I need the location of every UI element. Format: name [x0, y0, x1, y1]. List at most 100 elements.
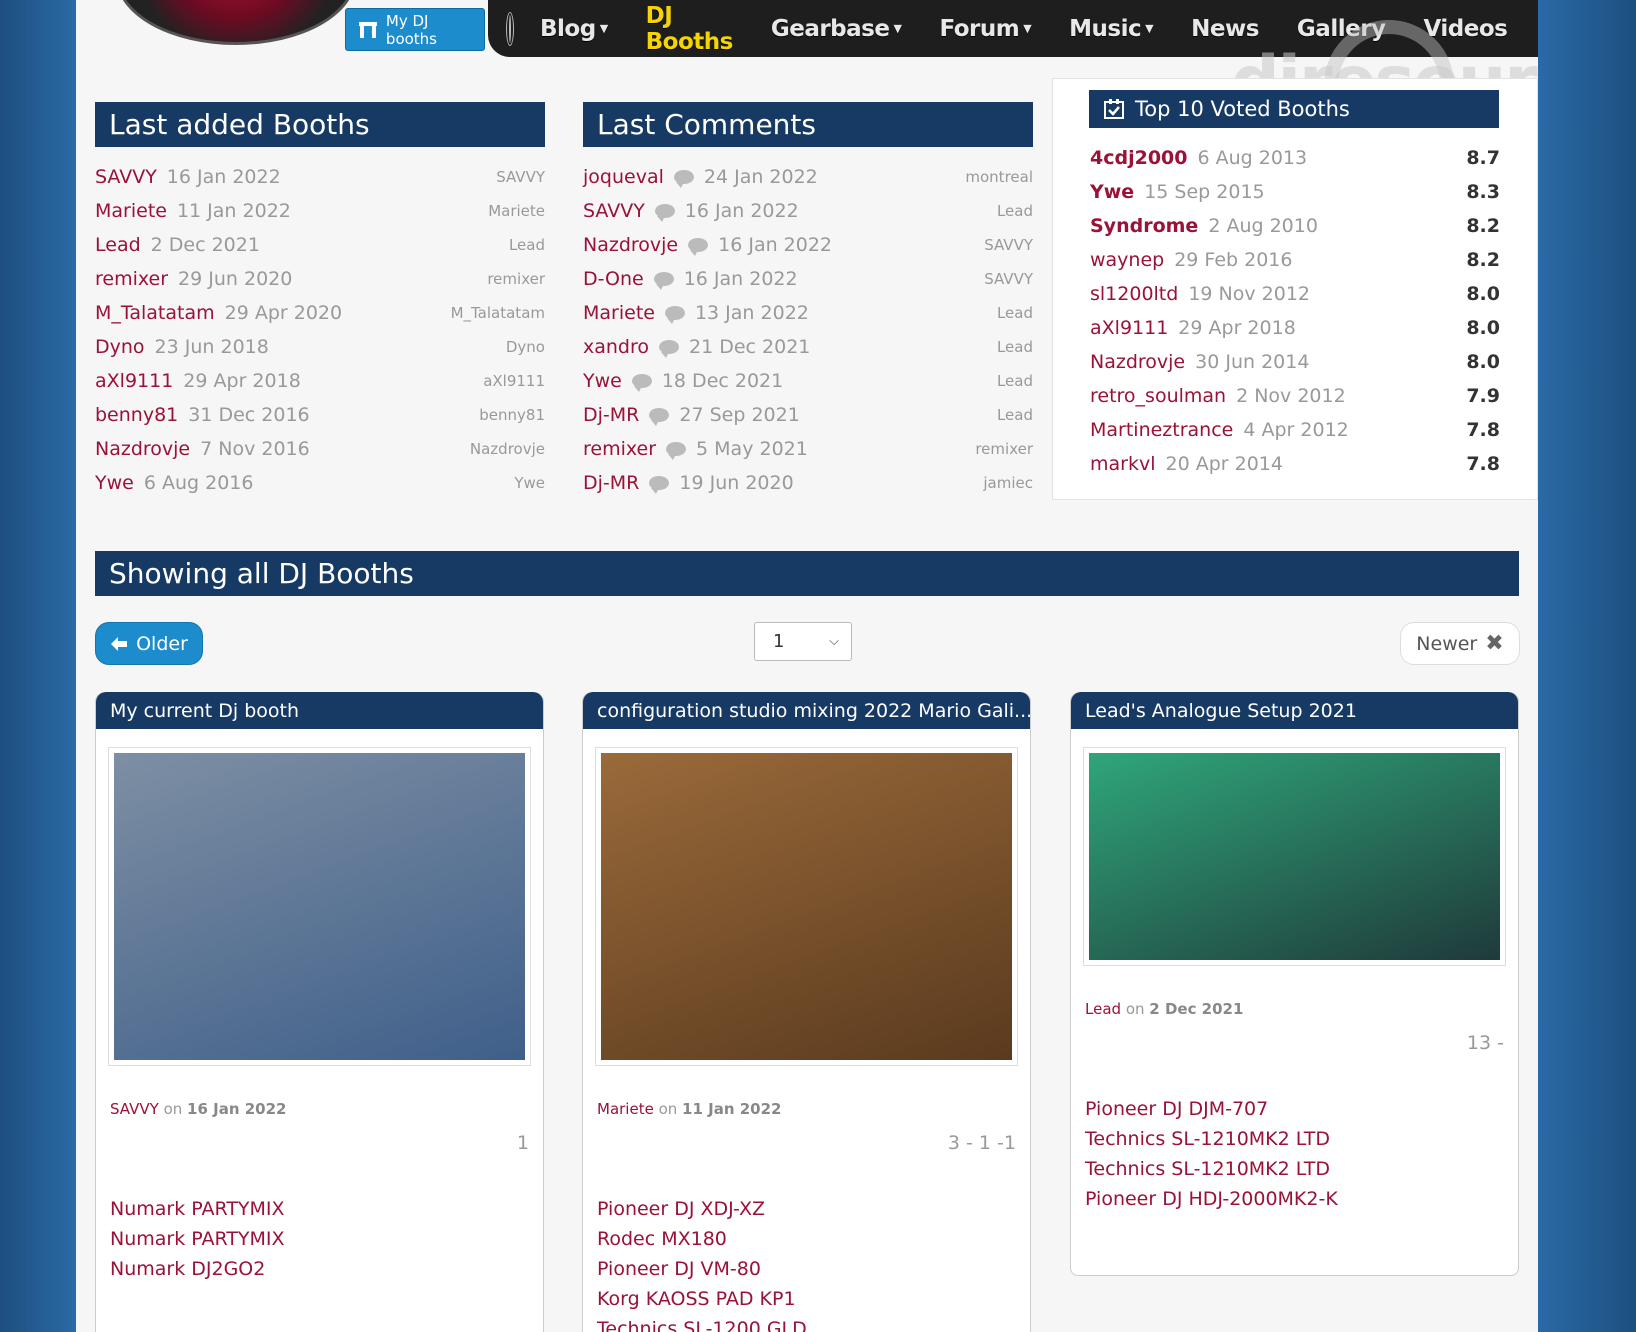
gear-item-link[interactable]: Pioneer DJ HDJ-2000MK2-K — [1085, 1188, 1518, 1218]
newer-button[interactable]: Newer ✖ — [1400, 622, 1520, 665]
gear-item-link[interactable]: Pioneer DJ DJM-707 — [1085, 1098, 1518, 1128]
top10-booth-link[interactable]: Martineztrance — [1090, 419, 1233, 441]
list-item: remixer 5 May 2021 remixer — [583, 432, 1033, 466]
comment-icon — [631, 374, 652, 392]
nav-item-forum[interactable]: Forum ▼ — [939, 3, 1031, 55]
gear-item-link[interactable]: Numark DJ2GO2 — [110, 1258, 543, 1288]
top10-booth-link[interactable]: sl1200ltd — [1090, 283, 1178, 305]
booth-icon — [358, 21, 377, 38]
list-item: Nazdrovje 30 Jun 2014 8.0 — [1090, 345, 1500, 379]
list-item: xandro 21 Dec 2021 Lead — [583, 330, 1033, 364]
site-logo[interactable] — [116, 0, 356, 45]
booth-user: benny81 — [479, 406, 545, 424]
top10-booth-link[interactable]: aXl9111 — [1090, 317, 1168, 339]
booth-card-title[interactable]: Lead's Analogue Setup 2021 — [1071, 692, 1518, 729]
gear-item-link[interactable]: Pioneer DJ XDJ-XZ — [597, 1198, 1030, 1228]
top10-booth-link[interactable]: Nazdrovje — [1090, 351, 1185, 373]
booth-photo[interactable] — [1083, 747, 1506, 966]
gear-item-link[interactable]: Numark PARTYMIX — [110, 1198, 543, 1228]
booth-owner-link[interactable]: Ywe — [95, 472, 134, 494]
nav-item-dj-booths[interactable]: DJ Booths — [646, 3, 734, 55]
booth-date: 16 Jan 2022 — [166, 166, 281, 188]
nav-item-music[interactable]: Music ▼ — [1069, 3, 1153, 55]
top10-booth-link[interactable]: 4cdj2000 — [1090, 147, 1187, 169]
booth-user: Nazdrovje — [469, 440, 545, 458]
my-dj-booths-button[interactable]: My DJ booths — [345, 8, 485, 51]
top10-score: 8.0 — [1466, 351, 1500, 373]
booth-author-link[interactable]: Mariete — [597, 1100, 654, 1118]
comment-icon — [666, 442, 687, 460]
top10-booth-link[interactable]: waynep — [1090, 249, 1164, 271]
top10-score: 7.8 — [1466, 419, 1500, 441]
top10-score: 8.0 — [1466, 283, 1500, 305]
list-item: joqueval 24 Jan 2022 montreal — [583, 160, 1033, 194]
booth-card-title[interactable]: configuration studio mixing 2022 Mario G… — [583, 692, 1030, 729]
commenter-link[interactable]: Mariete — [583, 302, 655, 324]
nav-item-label: News — [1191, 15, 1259, 42]
gear-item-link[interactable]: Pioneer DJ VM-80 — [597, 1258, 1030, 1288]
top10-date: 29 Feb 2016 — [1174, 249, 1293, 271]
booth-owner-link[interactable]: aXl9111 — [95, 370, 173, 392]
top10-score: 7.9 — [1466, 385, 1500, 407]
booth-owner-link[interactable]: Mariete — [95, 200, 167, 222]
older-button[interactable]: Older — [95, 622, 203, 665]
booth-card-title[interactable]: My current Dj booth — [96, 692, 543, 729]
caret-down-icon: ▼ — [893, 22, 902, 35]
gear-item-link[interactable]: Technics SL-1210MK2 LTD — [1085, 1158, 1518, 1188]
commenter-link[interactable]: Ywe — [583, 370, 622, 392]
comment-icon — [664, 306, 685, 324]
vinyl-icon[interactable] — [506, 11, 514, 46]
booth-owner-link[interactable]: Dyno — [95, 336, 145, 358]
booth-author-link[interactable]: Lead — [1085, 1000, 1121, 1018]
top10-booth-link[interactable]: markvl — [1090, 453, 1156, 475]
top10-header: Top 10 Voted Booths — [1089, 90, 1499, 128]
booth-byline: Lead on 2 Dec 2021 — [1085, 1000, 1518, 1018]
booth-owner-link[interactable]: Lead — [95, 234, 141, 256]
list-item: Dyno 23 Jun 2018 Dyno — [95, 330, 545, 364]
gear-item-link[interactable]: Korg KAOSS PAD KP1 — [597, 1288, 1030, 1318]
top10-booth-link[interactable]: Syndrome — [1090, 215, 1198, 237]
commenter-link[interactable]: Dj-MR — [583, 472, 639, 494]
nav-item-label: Videos — [1423, 15, 1508, 42]
commenter-link[interactable]: Dj-MR — [583, 404, 639, 426]
booth-date: 29 Jun 2020 — [178, 268, 293, 290]
last-comments-header: Last Comments — [583, 102, 1033, 147]
nav-item-blog[interactable]: Blog ▼ — [540, 3, 608, 55]
nav-item-label: Music — [1069, 15, 1142, 42]
nav-item-gearbase[interactable]: Gearbase ▼ — [771, 3, 902, 55]
booth-owner-link[interactable]: SAVVY — [95, 166, 157, 188]
booth-owner-link[interactable]: remixer — [95, 268, 168, 290]
booth-photo[interactable] — [595, 747, 1018, 1066]
comment-icon — [673, 170, 694, 188]
booth-owner-link[interactable]: M_Talatatam — [95, 302, 215, 324]
list-item: Ywe 6 Aug 2016 Ywe — [95, 466, 545, 500]
chevron-down-icon: ⌵ — [829, 634, 839, 649]
commenter-link[interactable]: remixer — [583, 438, 656, 460]
booth-owner-link[interactable]: Nazdrovje — [95, 438, 190, 460]
top10-booth-link[interactable]: Ywe — [1090, 181, 1134, 203]
booth-card: Lead's Analogue Setup 2021 Lead on 2 Dec … — [1070, 692, 1519, 1276]
booth-user: Ywe — [514, 474, 545, 492]
page-content: My DJ booths Blog ▼ DJ Booths Gearbase ▼ Foru… — [76, 0, 1538, 1332]
top10-score: 8.3 — [1466, 181, 1500, 203]
list-item: markvl 20 Apr 2014 7.8 — [1090, 447, 1500, 481]
top10-booth-link[interactable]: retro_soulman — [1090, 385, 1226, 407]
commenter-link[interactable]: Nazdrovje — [583, 234, 678, 256]
gear-item-link[interactable]: Technics SL-1210MK2 LTD — [1085, 1128, 1518, 1158]
page-background-left — [0, 0, 76, 1332]
booth-author-link[interactable]: SAVVY — [110, 1100, 159, 1118]
booth-owner-link[interactable]: benny81 — [95, 404, 178, 426]
commenter-link[interactable]: joqueval — [583, 166, 664, 188]
page-select-value: 1 — [773, 631, 785, 652]
commenter-link[interactable]: SAVVY — [583, 200, 645, 222]
gear-item-link[interactable]: Rodec MX180 — [597, 1228, 1030, 1258]
commenter-link[interactable]: xandro — [583, 336, 649, 358]
gear-item-link[interactable]: Technics SL-1200 GLD — [597, 1318, 1030, 1332]
commenter-link[interactable]: D-One — [583, 268, 644, 290]
page-select[interactable]: 1 ⌵ — [754, 622, 852, 661]
booth-owner: Lead — [996, 202, 1033, 220]
booth-photo[interactable] — [108, 747, 531, 1066]
list-item: Nazdrovje 16 Jan 2022 SAVVY — [583, 228, 1033, 262]
gear-item-link[interactable]: Numark PARTYMIX — [110, 1228, 543, 1258]
booth-date: 11 Jan 2022 — [176, 200, 291, 222]
